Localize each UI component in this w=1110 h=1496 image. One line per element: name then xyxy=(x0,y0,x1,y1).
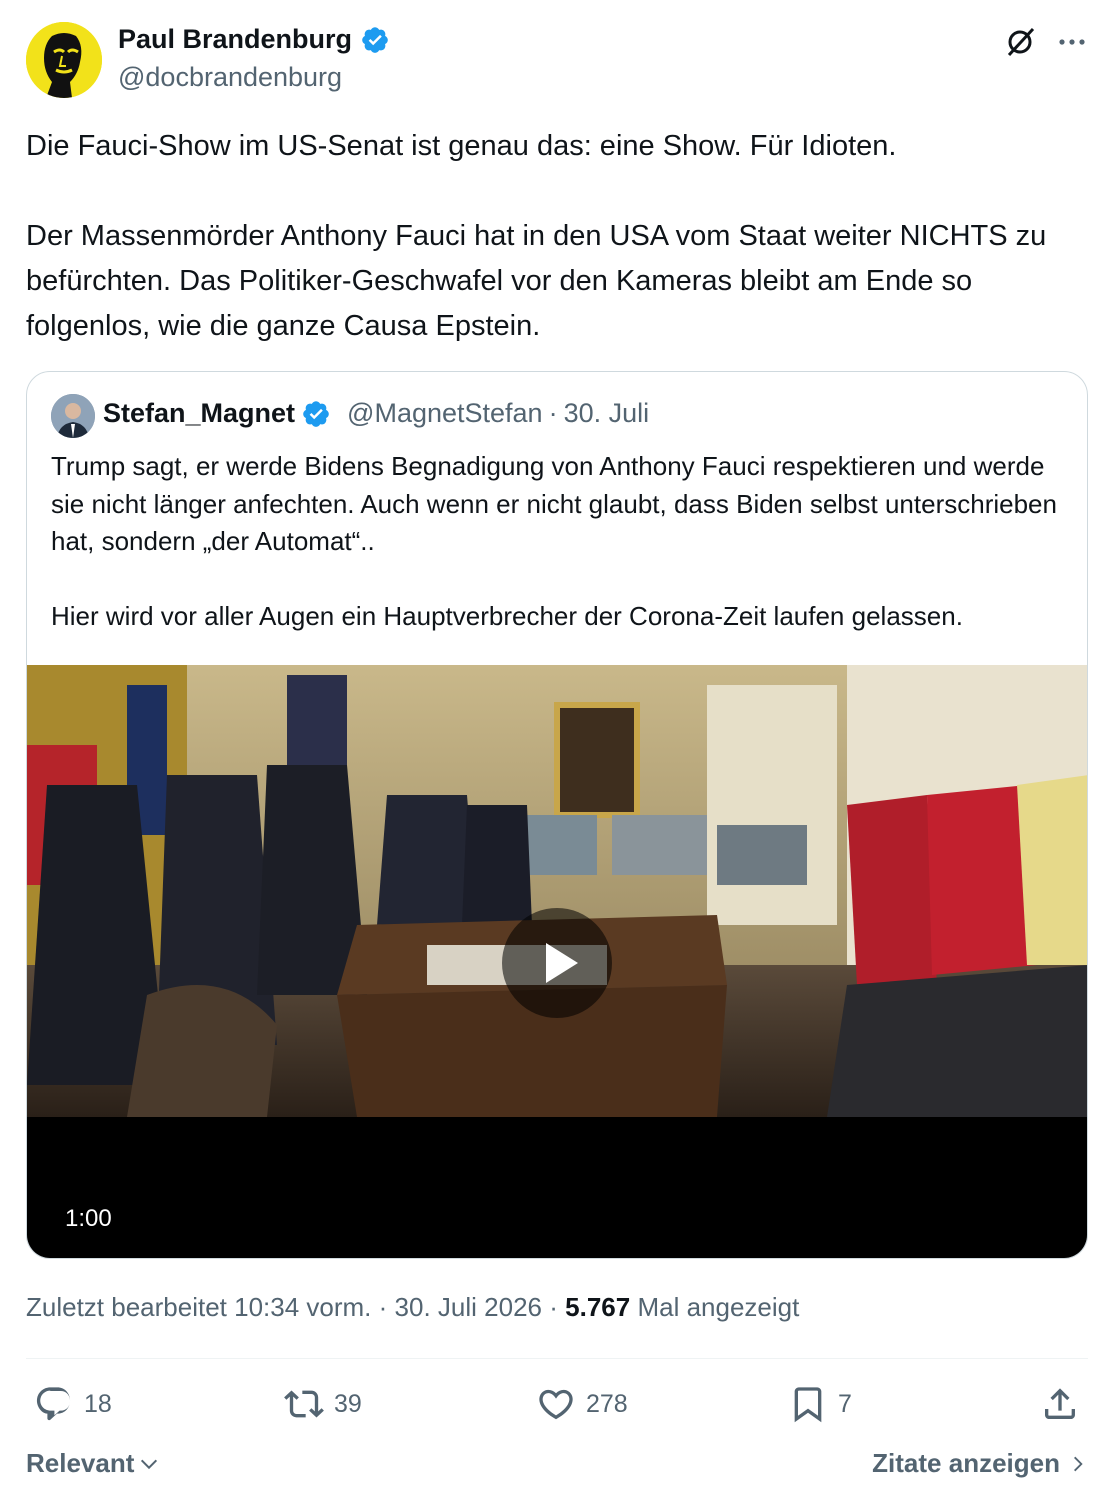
share-button[interactable] xyxy=(1040,1384,1080,1424)
heart-icon xyxy=(539,1389,573,1420)
author-name[interactable]: Paul Brandenburg xyxy=(118,24,352,55)
bookmark-count: 7 xyxy=(838,1389,852,1418)
bookmark-icon xyxy=(794,1387,822,1423)
reply-count: 18 xyxy=(84,1389,112,1418)
quoted-text: Trump sagt, er werde Bidens Begnadigung … xyxy=(51,448,1071,635)
view-count: 5.767 xyxy=(565,1292,631,1322)
verified-badge-icon xyxy=(303,400,329,427)
tweet-date[interactable]: 30. Juli 2026 xyxy=(395,1292,542,1322)
dot-separator: · xyxy=(548,398,558,428)
repost-icon xyxy=(284,1390,324,1418)
grok-icon[interactable] xyxy=(1000,22,1040,62)
bookmark-button[interactable]: 7 xyxy=(788,1384,852,1424)
quoted-date[interactable]: 30. Juli xyxy=(564,398,650,429)
chevron-right-icon xyxy=(1074,1456,1083,1471)
share-icon xyxy=(1045,1388,1075,1419)
tweet-text: Die Fauci-Show im US-Senat ist genau das… xyxy=(26,124,1091,349)
avatar-portrait xyxy=(51,394,95,438)
quoted-author-handle[interactable]: @MagnetStefan xyxy=(347,398,543,429)
quoted-author-name[interactable]: Stefan_Magnet xyxy=(103,398,295,429)
quoted-author-avatar[interactable] xyxy=(51,394,95,438)
video-duration: 1:00 xyxy=(65,1205,112,1232)
like-count: 278 xyxy=(586,1389,628,1418)
tweet-paragraph: Die Fauci-Show im US-Senat ist genau das… xyxy=(26,130,897,162)
view-quotes-link[interactable]: Zitate anzeigen xyxy=(872,1448,1088,1479)
author-handle[interactable]: @docbrandenburg xyxy=(118,62,342,93)
verified-badge-icon xyxy=(362,26,388,53)
chevron-down-icon xyxy=(141,1459,158,1469)
author-avatar[interactable] xyxy=(26,22,102,98)
play-button[interactable] xyxy=(502,908,612,1018)
view-quotes-label: Zitate anzeigen xyxy=(872,1448,1060,1478)
reply-button[interactable]: 18 xyxy=(34,1384,112,1424)
play-icon xyxy=(546,943,578,983)
dot-separator: · xyxy=(378,1292,388,1322)
repost-count: 39 xyxy=(334,1389,362,1418)
sort-label: Relevant xyxy=(26,1448,135,1478)
video-thumbnail xyxy=(27,665,1087,1117)
avatar-portrait xyxy=(26,22,102,98)
reply-icon xyxy=(36,1387,71,1421)
view-label: Mal angezeigt xyxy=(637,1292,800,1322)
tweet-meta: Zuletzt bearbeitet 10:34 vorm. · 30. Jul… xyxy=(26,1292,799,1323)
quoted-header: Stefan_Magnet @MagnetStefan · 30. Juli xyxy=(103,398,649,429)
repost-button[interactable]: 39 xyxy=(284,1384,362,1424)
like-button[interactable]: 278 xyxy=(536,1384,628,1424)
more-icon[interactable] xyxy=(1052,22,1092,62)
tweet-paragraph: Der Massenmörder Anthony Fauci hat in de… xyxy=(26,220,1047,342)
quoted-tweet[interactable]: Stefan_Magnet @MagnetStefan · 30. Juli T… xyxy=(26,371,1088,1259)
sort-dropdown[interactable]: Relevant xyxy=(26,1448,160,1479)
dot-separator: · xyxy=(549,1292,558,1322)
edited-timestamp[interactable]: Zuletzt bearbeitet 10:34 vorm. xyxy=(26,1292,371,1322)
quoted-paragraph: Hier wird vor aller Augen ein Hauptverbr… xyxy=(51,600,963,631)
video-player[interactable]: 1:00 xyxy=(27,665,1087,1258)
divider xyxy=(26,1358,1088,1359)
author-name-row[interactable]: Paul Brandenburg xyxy=(118,24,390,55)
quoted-paragraph: Trump sagt, er werde Bidens Begnadigung … xyxy=(51,451,1057,556)
